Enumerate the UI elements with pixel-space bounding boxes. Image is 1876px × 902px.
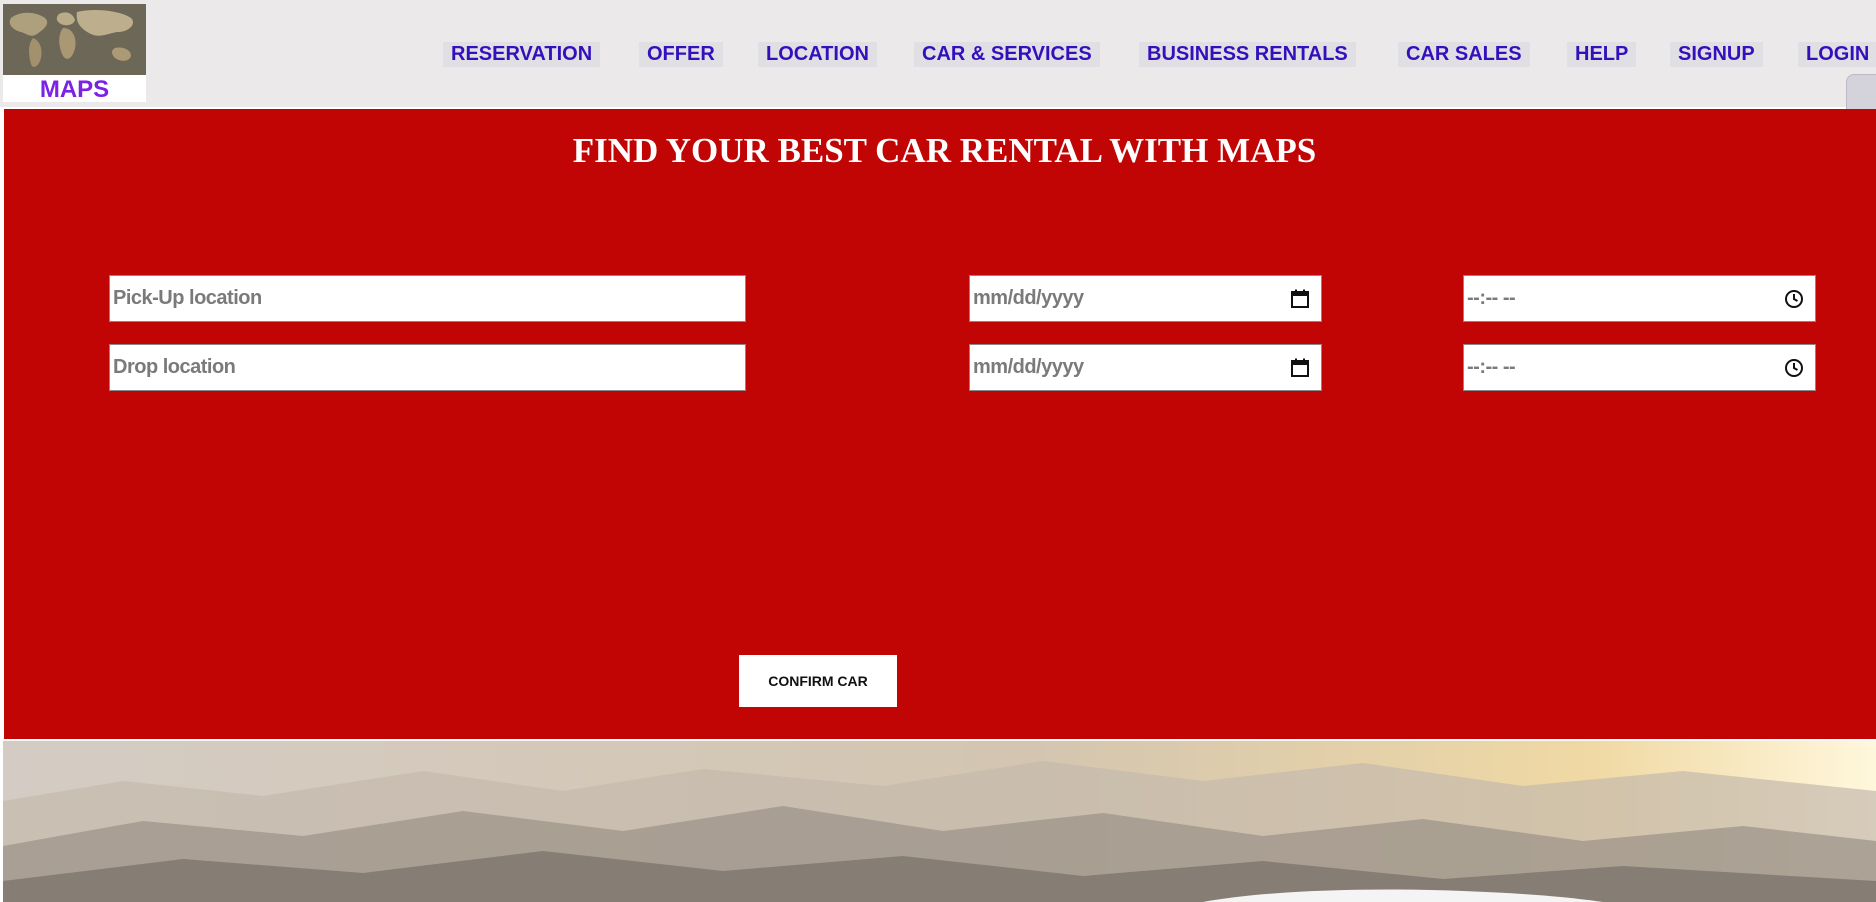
nav-location[interactable]: LOCATION [758,42,877,67]
calendar-icon[interactable] [1289,357,1311,379]
calendar-icon[interactable] [1289,288,1311,310]
nav-signup[interactable]: SIGNUP [1670,42,1763,67]
world-map-image [3,4,146,75]
drop-location-input[interactable] [110,345,745,390]
clock-icon[interactable] [1783,288,1805,310]
drop-location-field[interactable] [109,344,746,391]
drop-time-field[interactable]: --:-- -- [1463,344,1816,391]
landscape-banner-image [3,741,1876,902]
nav-reservation[interactable]: RESERVATION [443,42,601,67]
drop-date-value: mm/dd/yyyy [973,356,1084,378]
nav-offer[interactable]: OFFER [639,42,723,67]
pickup-location-input[interactable] [110,276,745,321]
pickup-time-field[interactable]: --:-- -- [1463,275,1816,322]
nav-help[interactable]: HELP [1567,42,1637,67]
pickup-date-field[interactable]: mm/dd/yyyy [969,275,1322,322]
nav-business-rentals[interactable]: BUSINESS RENTALS [1139,42,1356,67]
hero-title: FIND YOUR BEST CAR RENTAL WITH MAPS [572,131,1317,170]
pickup-location-field[interactable] [109,275,746,322]
rental-search-panel: FIND YOUR BEST CAR RENTAL WITH MAPS mm/d… [4,109,1876,739]
logo-text: MAPS [39,76,110,103]
confirm-car-button[interactable]: CONFIRM CAR [739,655,897,707]
site-logo[interactable]: MAPS [3,4,146,102]
pickup-date-value: mm/dd/yyyy [973,287,1084,309]
nav-car-services[interactable]: CAR & SERVICES [914,42,1100,67]
pickup-time-value: --:-- -- [1467,287,1516,309]
nav-login[interactable]: LOGIN [1798,42,1876,67]
top-navbar: MAPS RESERVATION OFFER LOCATION CAR & SE… [0,0,1876,132]
nav-car-sales[interactable]: CAR SALES [1398,42,1530,67]
drop-time-value: --:-- -- [1467,356,1516,378]
drop-date-field[interactable]: mm/dd/yyyy [969,344,1322,391]
clock-icon[interactable] [1783,357,1805,379]
